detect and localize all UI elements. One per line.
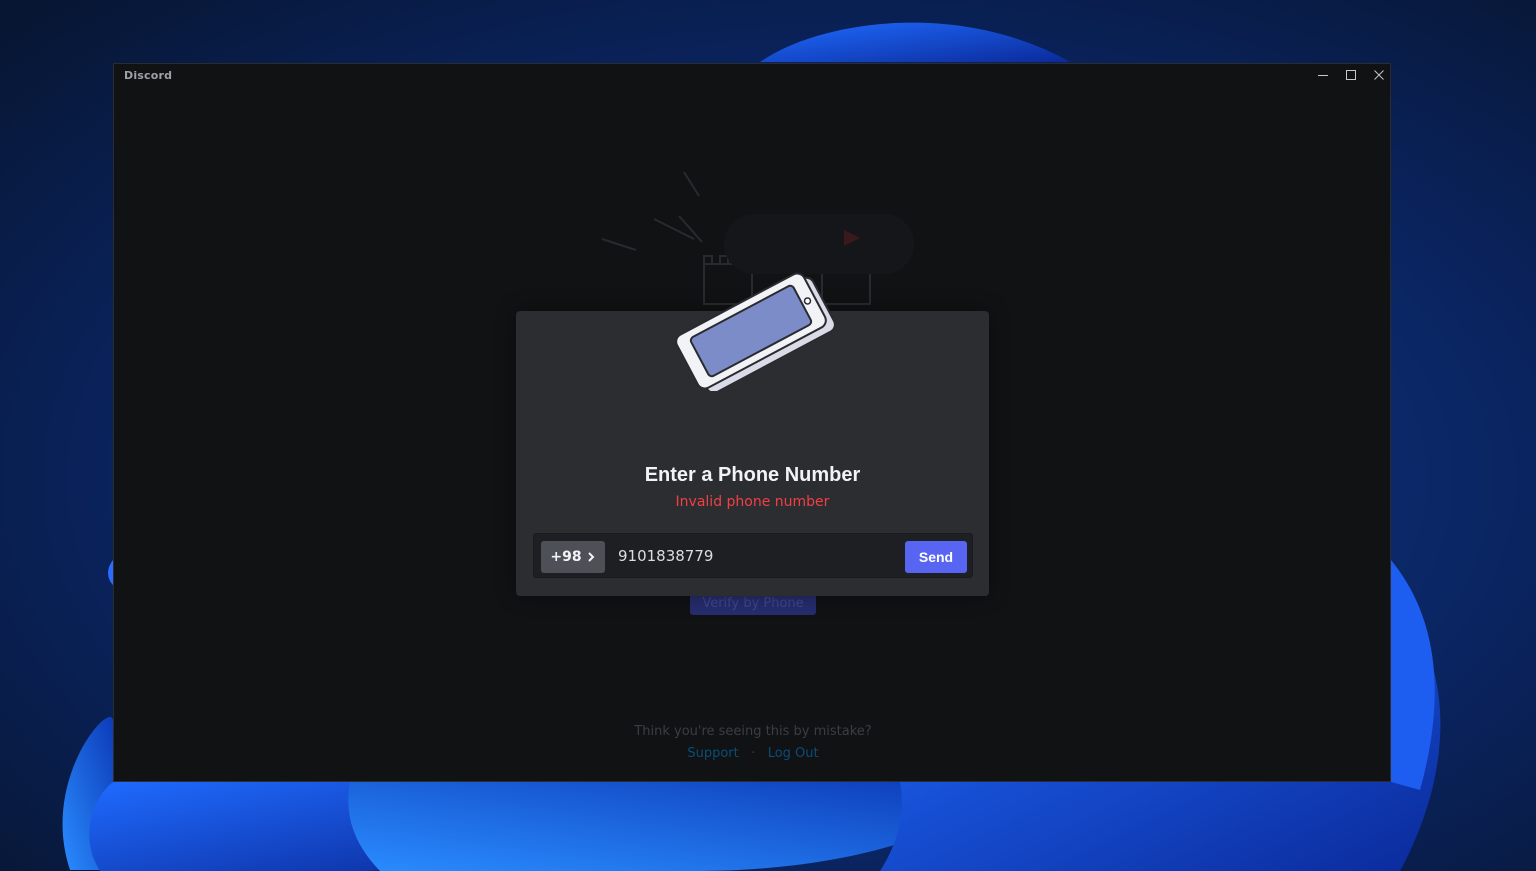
country-code-selector[interactable]: +98 xyxy=(541,541,605,573)
logout-link[interactable]: Log Out xyxy=(768,746,819,761)
verify-button-label: Verify by Phone xyxy=(702,596,804,611)
error-message: Invalid phone number xyxy=(675,494,830,510)
phone-illustration xyxy=(675,272,836,391)
link-separator: · xyxy=(751,746,756,761)
minimize-button[interactable] xyxy=(1309,64,1337,86)
maximize-button[interactable] xyxy=(1337,64,1365,86)
country-code-label: +98 xyxy=(550,549,582,565)
title-bar: Discord xyxy=(114,64,1390,86)
phone-input-row: +98 Send xyxy=(533,533,973,578)
modal-title: Enter a Phone Number xyxy=(644,464,861,486)
maximize-icon xyxy=(1346,70,1356,80)
close-icon xyxy=(1374,70,1384,80)
support-link[interactable]: Support xyxy=(687,746,738,761)
support-links: Support · Log Out xyxy=(114,746,1390,761)
phone-number-input[interactable] xyxy=(618,544,898,568)
minimize-icon xyxy=(1318,75,1328,76)
chevron-right-icon xyxy=(587,552,595,562)
app-title: Discord xyxy=(124,69,173,82)
close-button[interactable] xyxy=(1365,64,1390,86)
mistake-text: Think you're seeing this by mistake? xyxy=(634,724,872,739)
discord-window: Discord Verify by Phone Think you're see xyxy=(113,63,1391,782)
send-button[interactable]: Send xyxy=(905,541,967,573)
phone-modal: Enter a Phone Number Invalid phone numbe… xyxy=(516,272,989,596)
